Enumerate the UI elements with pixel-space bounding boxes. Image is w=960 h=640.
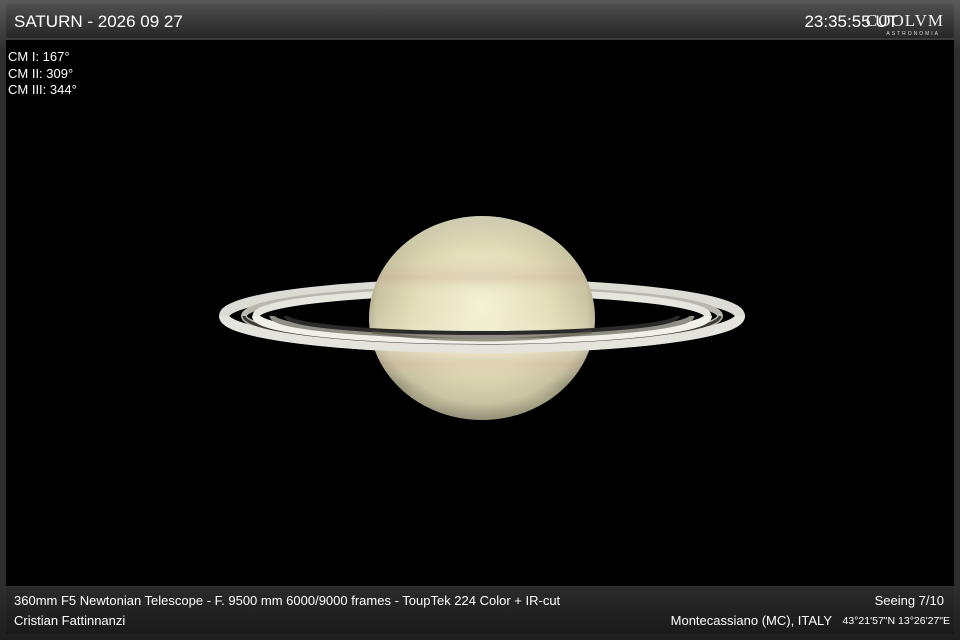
cm-ii-label: CM II: 309°: [8, 66, 74, 81]
saturn-image: [219, 216, 745, 420]
location-coordinates: 43°21'57"N 13°26'27"E: [842, 615, 950, 627]
logo-text: COOLVM: [865, 11, 944, 30]
cm-iii-label: CM III: 344°: [8, 82, 77, 97]
cm-i-label: CM I: 167°: [8, 49, 70, 64]
equipment-info: 360mm F5 Newtonian Telescope - F. 9500 m…: [14, 593, 561, 608]
location-name: Montecassiano (MC), ITALY: [670, 613, 832, 628]
saturn-globe: [369, 216, 595, 420]
logo-subtitle: ASTRONOMIA: [886, 31, 940, 37]
image-title: SATURN - 2026 09 27: [14, 12, 183, 31]
observer-name: Cristian Fattinnanzi: [14, 613, 126, 628]
seeing-rating: Seeing 7/10: [874, 593, 944, 608]
